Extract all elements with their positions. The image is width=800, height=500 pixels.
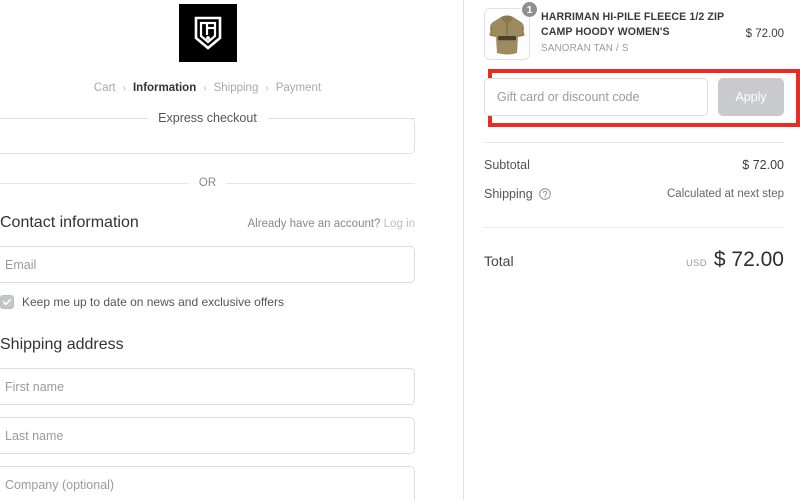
summary-divider-bottom [484,227,784,228]
breadcrumb-item-information[interactable]: Information [133,82,196,94]
checkout-form-panel: Cart › Information › Shipping › Payment … [0,0,464,500]
shipping-address-title: Shipping address [0,336,415,354]
shipping-label-wrap: Shipping [484,187,551,201]
shipping-row: Shipping Calculated at next step [484,187,784,201]
brand-logo[interactable] [0,0,415,62]
quantity-badge: 1 [521,1,538,18]
product-title: HARRIMAN HI-PILE FLEECE 1/2 ZIP CAMP HOO… [541,10,735,40]
newsletter-label: Keep me up to date on news and exclusive… [22,295,284,309]
shield-monogram-logo-icon [179,4,237,62]
first-name-field[interactable]: First name [0,368,415,405]
company-placeholder: Company (optional) [5,478,114,492]
order-summary-panel: 1 HARRIMAN HI-PILE FLEECE 1/2 ZIP CAMP H… [464,0,800,500]
or-divider: OR [0,178,415,190]
contact-information-header: Contact information Already have an acco… [0,214,415,232]
breadcrumb-item-payment[interactable]: Payment [276,82,321,94]
product-variant: SANORAN TAN / S [541,43,735,54]
apply-discount-button[interactable]: Apply [718,78,784,116]
discount-code-section: Gift card or discount code Apply [484,78,784,116]
shipping-label: Shipping [484,187,533,201]
breadcrumb-item-cart[interactable]: Cart [94,82,116,94]
breadcrumb-item-shipping[interactable]: Shipping [214,82,259,94]
express-checkout-label: Express checkout [148,111,267,125]
express-checkout-legend: Express checkout [0,112,415,125]
help-circle-icon[interactable] [539,188,551,200]
total-amount-wrap: USD $ 72.00 [686,248,784,272]
subtotal-value: $ 72.00 [742,158,784,172]
chevron-right-icon: › [203,83,206,94]
order-line-item: 1 HARRIMAN HI-PILE FLEECE 1/2 ZIP CAMP H… [484,0,784,60]
product-details: HARRIMAN HI-PILE FLEECE 1/2 ZIP CAMP HOO… [541,8,735,54]
newsletter-opt-in-row[interactable]: Keep me up to date on news and exclusive… [0,295,415,309]
total-label: Total [484,253,514,269]
or-divider-label: OR [189,177,226,189]
product-price: $ 72.00 [746,8,784,40]
summary-divider-top [484,142,784,143]
chevron-right-icon: › [265,83,268,94]
chevron-right-icon: › [123,83,126,94]
company-field[interactable]: Company (optional) [0,466,415,500]
discount-code-input[interactable]: Gift card or discount code [484,78,708,116]
first-name-placeholder: First name [5,380,64,394]
total-currency: USD [686,258,707,269]
email-field[interactable]: Email [0,246,415,283]
email-field-placeholder: Email [5,258,36,272]
account-note: Already have an account? Log in [247,218,415,230]
shipping-value: Calculated at next step [667,188,784,200]
newsletter-checkbox[interactable] [0,295,14,309]
last-name-placeholder: Last name [5,429,63,443]
last-name-field[interactable]: Last name [0,417,415,454]
discount-code-placeholder: Gift card or discount code [497,90,639,104]
checkout-page: Cart › Information › Shipping › Payment … [0,0,800,500]
check-icon [2,297,12,307]
total-row: Total USD $ 72.00 [484,248,784,272]
product-thumbnail-wrap: 1 [484,8,530,60]
total-amount: $ 72.00 [714,248,784,272]
contact-information-title: Contact information [0,214,139,232]
subtotal-row: Subtotal $ 72.00 [484,158,784,172]
breadcrumb: Cart › Information › Shipping › Payment [0,82,415,94]
express-checkout-section: Express checkout [0,112,415,154]
account-note-text: Already have an account? [247,218,380,230]
subtotal-label: Subtotal [484,158,530,172]
log-in-link[interactable]: Log in [384,218,415,230]
